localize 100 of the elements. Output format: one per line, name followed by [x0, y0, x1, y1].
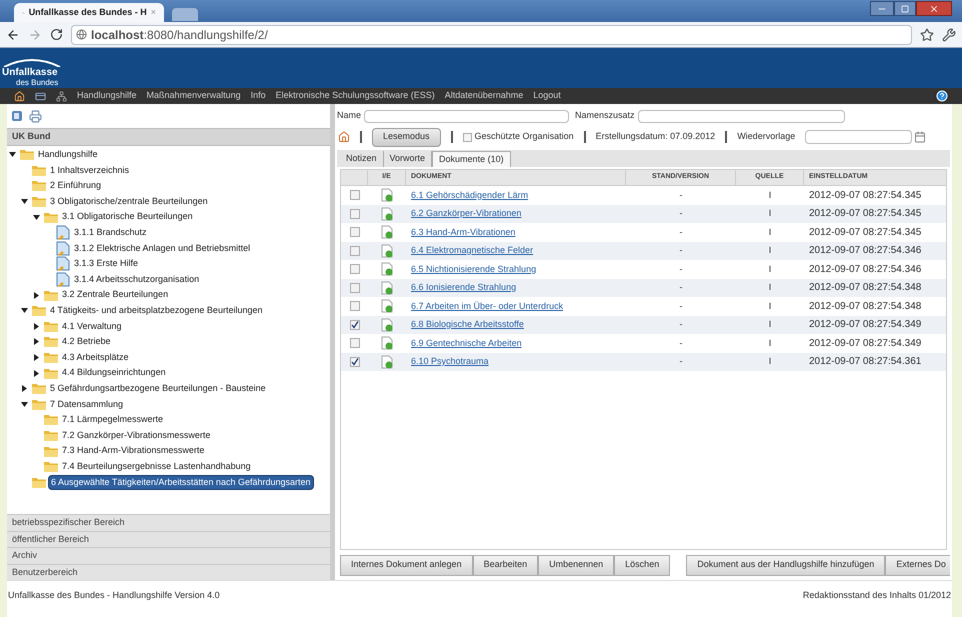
document-link[interactable]: 6.5 Nichtionisierende Strahlung	[411, 264, 536, 274]
protected-checkbox[interactable]	[462, 132, 472, 142]
bookmark-star-icon[interactable]	[920, 28, 934, 42]
tree-item[interactable]: 5 Gefährdungsartbezogene Beurteilungen - Bausteine	[48, 382, 268, 396]
settings-icon[interactable]	[942, 28, 956, 42]
tree-item[interactable]: 7.3 Hand-Arm-Vibrationsmesswerte	[60, 444, 206, 458]
home-icon[interactable]	[338, 131, 350, 143]
document-link[interactable]: 6.9 Gentechnische Arbeiten	[411, 338, 522, 348]
expanded-arrow-icon[interactable]	[21, 307, 30, 314]
tree-item[interactable]: 4.3 Arbeitsplätze	[60, 350, 131, 364]
card-icon[interactable]	[35, 90, 46, 102]
tree-item[interactable]: 4.4 Bildungseinrichtungen	[60, 366, 168, 380]
tree-item[interactable]: 1 Inhaltsverzeichnis	[48, 164, 132, 178]
document-link[interactable]: 6.2 Ganzkörper-Vibrationen	[411, 208, 522, 218]
protected-label: Geschützte Organisation	[474, 130, 574, 144]
row-checkbox[interactable]	[350, 227, 360, 238]
tree-item[interactable]: 4.1 Verwaltung	[60, 320, 124, 334]
tree-item[interactable]: 3.2 Zentrale Beurteilungen	[60, 288, 170, 302]
tab[interactable]: Notizen	[340, 151, 384, 167]
sitemap-icon[interactable]	[56, 90, 67, 102]
row-checkbox[interactable]	[350, 208, 360, 219]
toolbar-button[interactable]: Internes Dokument anlegen	[340, 554, 473, 576]
nav-link[interactable]: Handlungshilfe	[77, 89, 137, 103]
row-checkbox[interactable]	[350, 264, 360, 274]
expanded-arrow-icon[interactable]	[21, 198, 30, 206]
table-cell-text: 2012-09-07 08:27:54.346	[808, 262, 922, 277]
expanded-arrow-icon[interactable]	[21, 400, 30, 408]
document-link[interactable]: 6.4 Elektromagnetische Felder	[411, 245, 534, 255]
document-arrow-icon	[381, 318, 393, 332]
folder-icon	[32, 305, 46, 316]
nav-link[interactable]: Maßnahmenverwaltung	[146, 89, 241, 103]
maximize-icon	[901, 4, 909, 12]
row-checkbox[interactable]	[350, 282, 360, 293]
document-arrow-icon	[381, 354, 393, 369]
logo-arc-icon	[2, 57, 62, 67]
maximize-button[interactable]	[894, 1, 916, 16]
back-icon[interactable]	[6, 28, 20, 42]
row-checkbox[interactable]	[350, 356, 360, 367]
address-field[interactable]: localhost:8080/handlungshilfe/2/	[71, 24, 912, 44]
nav-link[interactable]: Altdatenübernahme	[444, 89, 524, 103]
tree-item[interactable]: 7.1 Lärmpegelmesswerte	[60, 413, 166, 427]
toolbar-button[interactable]: Externes Do	[885, 554, 950, 576]
tree-item[interactable]: 3.1.3 Erste Hilfe	[72, 257, 140, 271]
row-checkbox[interactable]	[350, 338, 360, 348]
accordion-section[interactable]: Benutzerbereich	[7, 564, 330, 580]
tree-item[interactable]: 3 Obligatorische/zentrale Beurteilungen	[48, 194, 210, 208]
accordion-section[interactable]: Archiv	[7, 547, 330, 564]
accordion-section[interactable]: betriebsspezifischer Bereich	[7, 514, 330, 530]
nav-link[interactable]: Logout	[533, 89, 561, 103]
nav-link[interactable]: Elektronische Schulungssoftware (ESS)	[276, 89, 435, 103]
document-link[interactable]: 6.7 Arbeiten im Über- oder Unterdruck	[411, 300, 564, 310]
calendar-icon[interactable]	[914, 131, 926, 143]
tree-item[interactable]: 7 Datensammlung	[48, 398, 126, 412]
toolbar-button[interactable]: Löschen	[614, 554, 670, 576]
document-link[interactable]: 6.1 Gehörschädigender Lärm	[411, 190, 528, 200]
footer-text: Unfallkasse des Bundes - Handlungshilfe Version 4.0	[8, 589, 220, 602]
expanded-arrow-icon[interactable]	[9, 151, 18, 158]
tree-item[interactable]: 4.2 Betriebe	[60, 335, 113, 349]
reload-icon[interactable]	[50, 28, 63, 41]
tree-item[interactable]: 3.1.1 Brandschutz	[72, 226, 149, 240]
read-mode-button[interactable]: Lesemodus	[372, 128, 441, 146]
tree-item[interactable]: 3.1.2 Elektrische Anlagen und Betriebsmittel	[72, 242, 252, 256]
toolbar-button[interactable]: Umbenennen	[538, 554, 614, 576]
row-checkbox[interactable]	[350, 301, 360, 312]
name-field[interactable]	[364, 110, 570, 122]
resubmission-field[interactable]	[805, 130, 912, 144]
toolbar-button[interactable]: Dokument aus der Handlugshilfe hinzufügen	[686, 554, 886, 576]
suffix-field[interactable]	[638, 110, 845, 122]
browser-tab[interactable]: Unfallkasse des Bundes - H ×	[14, 3, 164, 22]
document-link[interactable]: 6.8 Biologische Arbeitsstoffe	[411, 319, 524, 329]
tree-item[interactable]: Handlungshilfe	[36, 148, 100, 162]
document-link[interactable]: 6.10 Psychotrauma	[411, 356, 489, 366]
row-checkbox[interactable]	[350, 246, 360, 256]
document-link[interactable]: 6.6 Ionisierende Strahlung	[411, 282, 516, 292]
table-cell-text: 2012-09-07 08:27:54.349	[808, 336, 922, 351]
tree-item[interactable]: 7.2 Ganzkörper-Vibrationsmesswerte	[60, 428, 212, 442]
book-icon[interactable]	[11, 110, 23, 122]
document-link[interactable]: 6.3 Hand-Arm-Vibrationen	[411, 226, 516, 236]
table-cell-text: I	[768, 300, 772, 312]
tree-item[interactable]: 3.1 Obligatorische Beurteilungen	[60, 210, 195, 224]
nav-link[interactable]: Info	[250, 89, 266, 103]
home-icon[interactable]	[14, 90, 25, 102]
tab[interactable]: Dokumente (10)	[432, 151, 511, 167]
tree-item[interactable]: 3.1.4 Arbeitsschutzorganisation	[72, 272, 202, 286]
tree-item[interactable]: 7.4 Beurteilungsergebnisse Lastenhandhabung	[60, 460, 253, 474]
print-icon[interactable]	[29, 110, 42, 122]
table-cell-text: I	[768, 355, 772, 368]
accordion-section[interactable]: öffentlicher Bereich	[7, 530, 330, 547]
tree-item[interactable]: 4 Tätigkeits- und arbeitsplatzbezogene Beurteilungen	[48, 304, 264, 318]
tree-item[interactable]: 2 Einführung	[48, 179, 104, 193]
row-checkbox[interactable]	[350, 320, 360, 330]
toolbar-button[interactable]: Bearbeiten	[472, 554, 538, 576]
expanded-arrow-icon[interactable]	[33, 214, 42, 221]
tree-item[interactable]: 6 Ausgewählte Tätigkeiten/Arbeitsstätten nach Gefährdungsarten	[48, 474, 314, 490]
table-cell-text: I	[768, 262, 772, 276]
logo-title: Unfallkasse	[2, 67, 59, 78]
table-cell-text: -	[678, 262, 684, 276]
help-icon[interactable]	[936, 90, 948, 102]
row-checkbox[interactable]	[350, 190, 360, 200]
close-button[interactable]	[916, 1, 952, 16]
